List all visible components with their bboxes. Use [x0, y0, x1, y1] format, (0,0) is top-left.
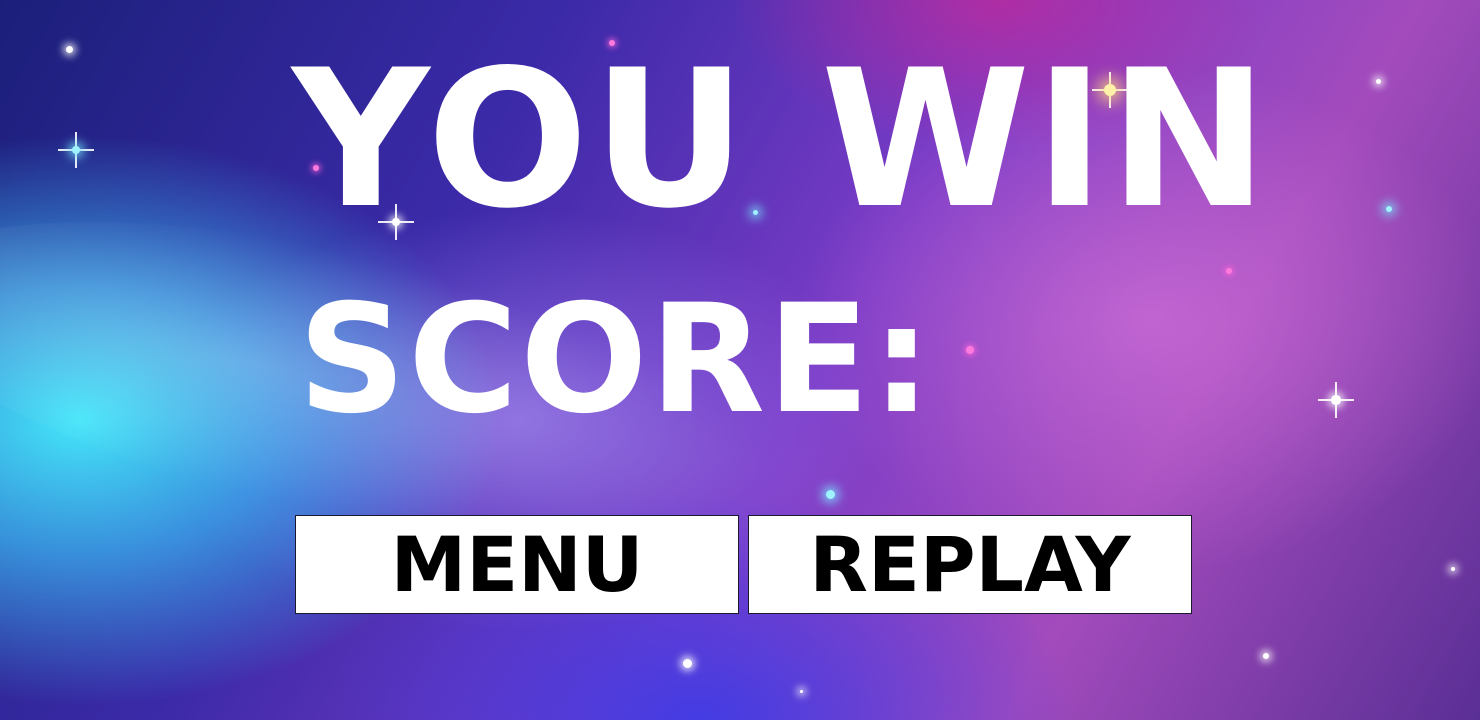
score-label: SCORE: [298, 275, 934, 445]
star-icon [800, 690, 803, 693]
menu-button[interactable]: MENU [295, 515, 739, 614]
star-icon [1331, 395, 1341, 405]
star-icon [1226, 268, 1232, 274]
star-icon [1263, 653, 1269, 659]
star-icon [1376, 79, 1381, 84]
star-icon [683, 659, 692, 668]
replay-button[interactable]: REPLAY [748, 515, 1192, 614]
star-icon [1386, 206, 1392, 212]
star-icon [826, 490, 835, 499]
star-icon [1451, 567, 1455, 571]
star-icon [66, 46, 73, 53]
game-over-screen: YOU WIN SCORE: MENU REPLAY [0, 0, 1480, 720]
star-icon [966, 346, 974, 354]
star-icon [72, 146, 80, 154]
win-title: YOU WIN [292, 29, 1273, 250]
score-label-text: SCORE: [298, 273, 934, 447]
